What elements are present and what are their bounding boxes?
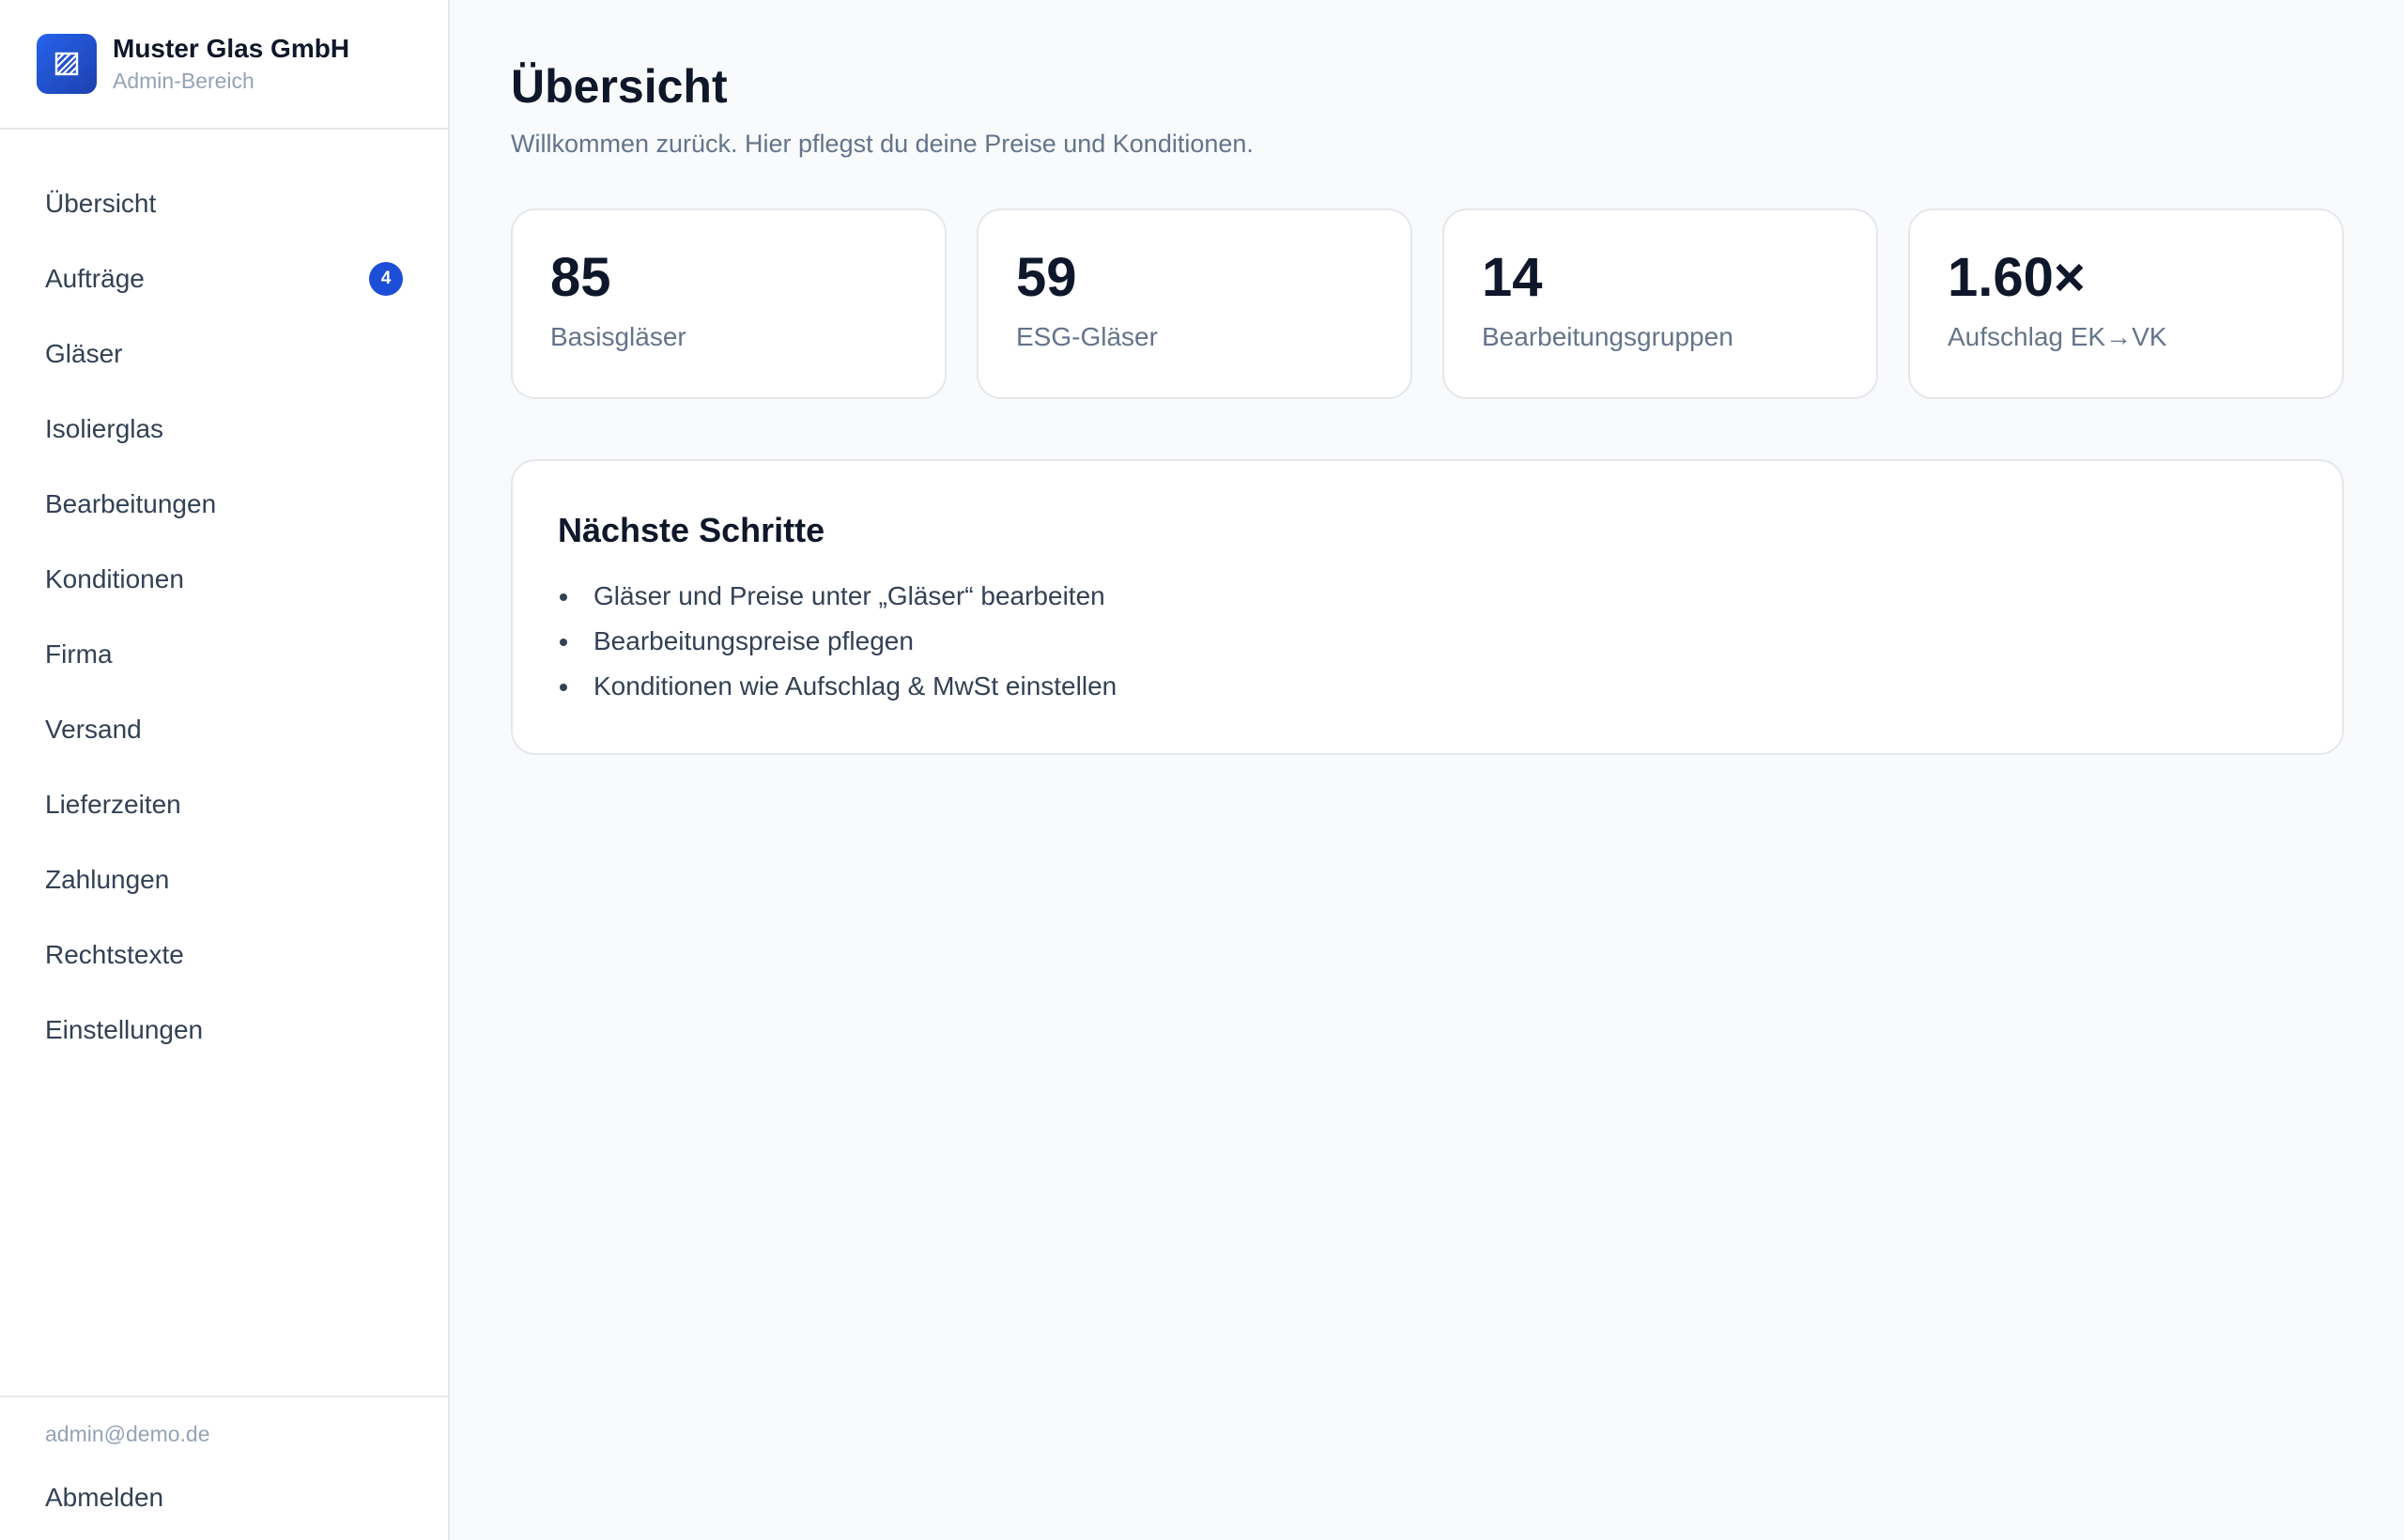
company-name: Muster Glas GmbH — [113, 34, 350, 63]
orders-count-badge: 4 — [369, 262, 403, 296]
stat-card-bearbeitungsgruppen: 14 Bearbeitungsgruppen — [1442, 208, 1878, 399]
stat-label: Bearbeitungsgruppen — [1482, 322, 1734, 351]
brand-subtitle: Admin-Bereich — [113, 69, 254, 93]
list-item: Gläser und Preise unter „Gläser“ bearbei… — [558, 574, 2297, 619]
next-steps-title: Nächste Schritte — [558, 511, 825, 549]
next-steps-list: Gläser und Preise unter „Gläser“ bearbei… — [558, 574, 2297, 709]
sidebar-item-rechtstexte[interactable]: Rechtstexte — [0, 917, 448, 993]
sidebar-item-glaeser[interactable]: Gläser — [0, 316, 448, 392]
main-content: Übersicht Willkommen zurück. Hier pflegs… — [450, 0, 2404, 1540]
sidebar-item-label: Rechtstexte — [45, 940, 184, 969]
stat-label: ESG-Gläser — [1016, 322, 1158, 351]
sidebar-item-label: Zahlungen — [45, 865, 170, 894]
sidebar-item-label: Gläser — [45, 339, 123, 368]
sidebar-item-lieferzeiten[interactable]: Lieferzeiten — [0, 767, 448, 842]
sidebar-item-label: Versand — [45, 715, 142, 744]
stat-value: 14 — [1482, 247, 1543, 308]
list-item: Bearbeitungspreise pflegen — [558, 619, 2297, 664]
page-title: Übersicht — [511, 60, 728, 113]
sidebar-item-label: Einstellungen — [45, 1015, 204, 1044]
user-email: admin@demo.de — [45, 1422, 210, 1446]
glass-icon — [37, 34, 97, 94]
sidebar-nav: Übersicht Aufträge 4 Gläser Isolierglas … — [0, 130, 448, 1395]
stat-card-aufschlag: 1.60× Aufschlag EK→VK — [1908, 208, 2344, 399]
sidebar-item-label: Konditionen — [45, 564, 184, 593]
sidebar-item-label: Firma — [45, 639, 113, 669]
stat-label: Basisgläser — [550, 322, 686, 351]
sidebar-item-einstellungen[interactable]: Einstellungen — [0, 993, 448, 1068]
sidebar-item-bearbeitungen[interactable]: Bearbeitungen — [0, 467, 448, 542]
sidebar-item-label: Isolierglas — [45, 414, 164, 443]
list-item: Konditionen wie Aufschlag & MwSt einstel… — [558, 664, 2297, 709]
logout-button[interactable]: Abmelden — [45, 1482, 403, 1514]
stat-value: 59 — [1016, 247, 1077, 308]
app-root: Muster Glas GmbH Admin-Bereich Übersicht… — [0, 0, 2404, 1540]
stat-value: 85 — [550, 247, 611, 308]
stat-card-basisglaeser: 85 Basisgläser — [511, 208, 947, 399]
stat-label: Aufschlag EK→VK — [1948, 322, 2167, 351]
next-steps-card: Nächste Schritte Gläser und Preise unter… — [511, 459, 2344, 755]
page-subtitle: Willkommen zurück. Hier pflegst du deine… — [511, 130, 1254, 158]
sidebar-item-label: Bearbeitungen — [45, 489, 217, 518]
sidebar: Muster Glas GmbH Admin-Bereich Übersicht… — [0, 0, 450, 1540]
brand-header: Muster Glas GmbH Admin-Bereich — [0, 0, 448, 130]
sidebar-item-zahlungen[interactable]: Zahlungen — [0, 842, 448, 917]
stat-value: 1.60× — [1948, 247, 2086, 308]
sidebar-item-auftraege[interactable]: Aufträge 4 — [0, 241, 448, 316]
sidebar-item-konditionen[interactable]: Konditionen — [0, 542, 448, 617]
sidebar-item-label: Übersicht — [45, 189, 157, 218]
stat-card-esg-glaeser: 59 ESG-Gläser — [977, 208, 1412, 399]
sidebar-item-uebersicht[interactable]: Übersicht — [0, 166, 448, 241]
sidebar-item-firma[interactable]: Firma — [0, 617, 448, 692]
brand-text: Muster Glas GmbH Admin-Bereich — [113, 33, 349, 95]
sidebar-footer: admin@demo.de Abmelden — [0, 1395, 448, 1540]
sidebar-item-label: Aufträge — [45, 264, 145, 293]
sidebar-item-versand[interactable]: Versand — [0, 692, 448, 767]
sidebar-item-isolierglas[interactable]: Isolierglas — [0, 392, 448, 467]
sidebar-item-label: Lieferzeiten — [45, 790, 181, 819]
stats-row: 85 Basisgläser 59 ESG-Gläser 14 Bearbeit… — [511, 208, 2344, 399]
